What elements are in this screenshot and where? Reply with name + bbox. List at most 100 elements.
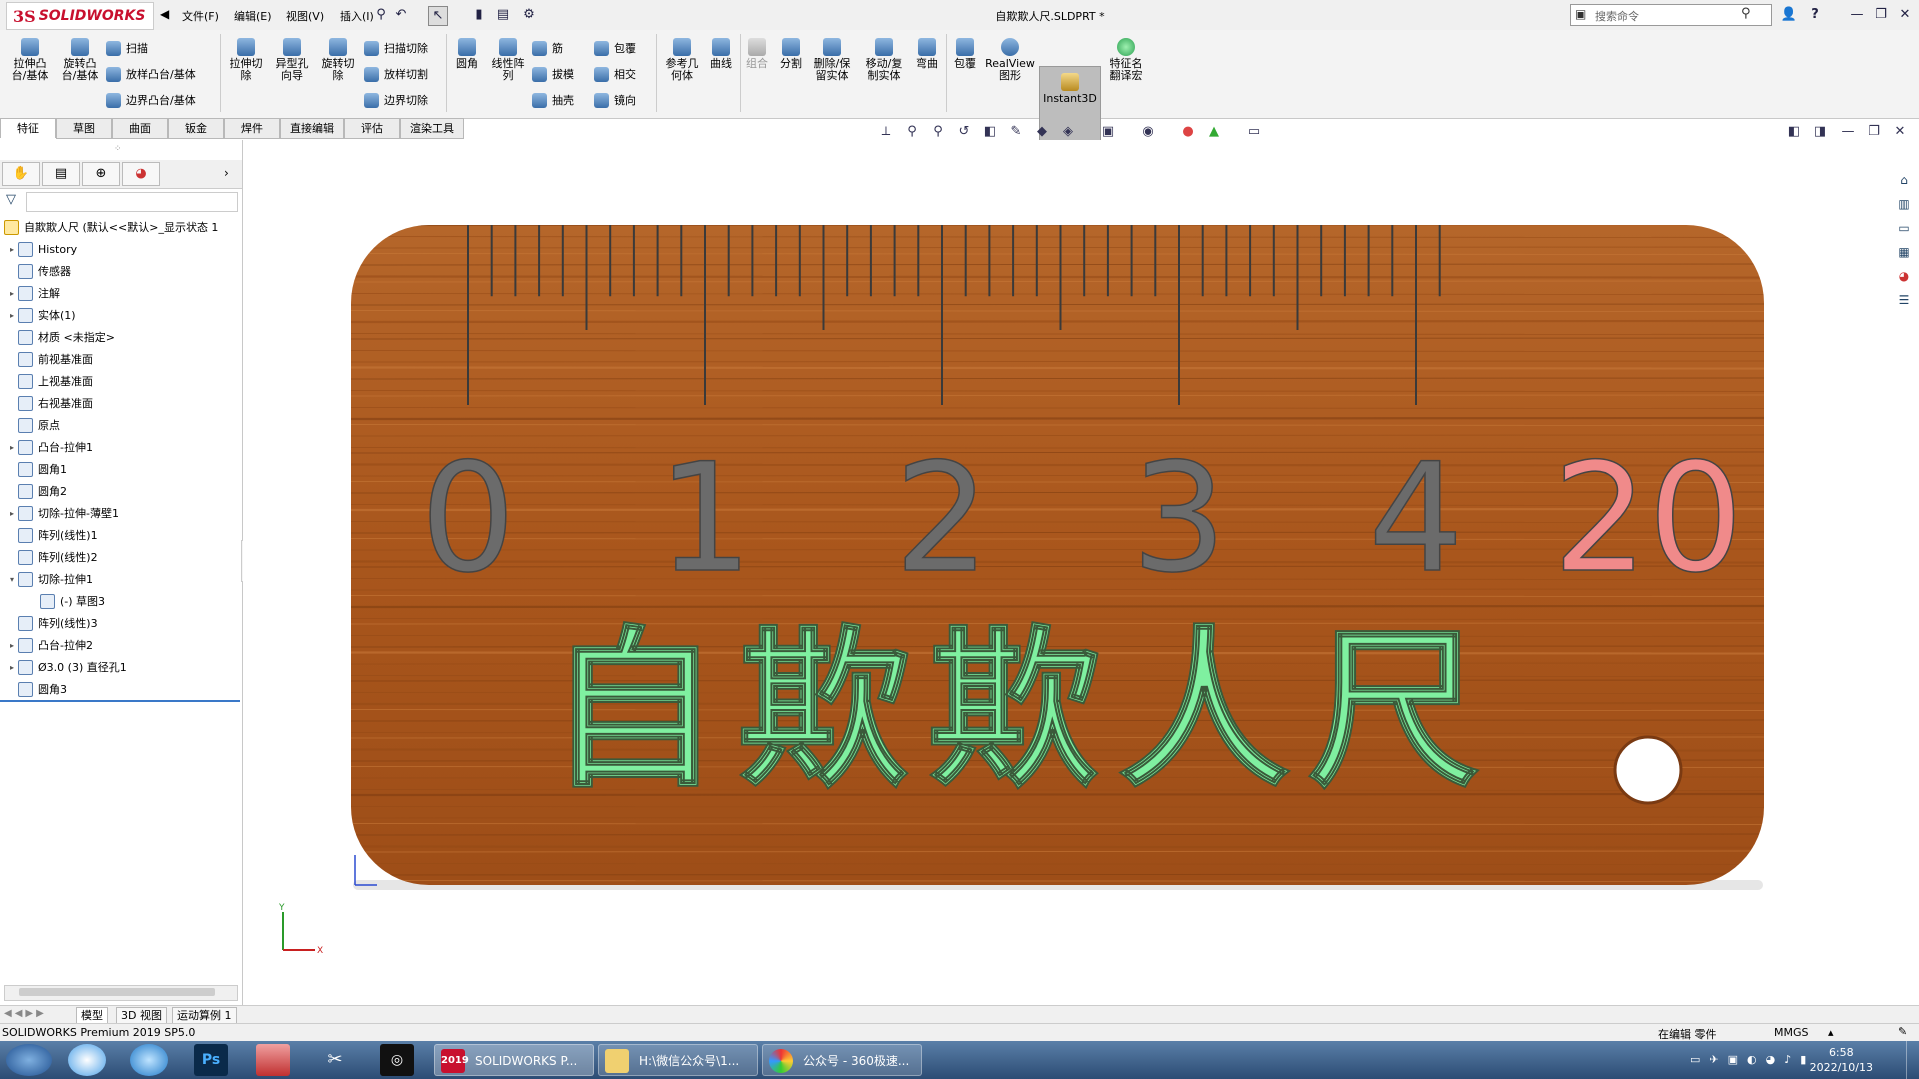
swept-cut-button[interactable]: 扫描切除 [364, 40, 428, 56]
task-solidworks[interactable]: 2019 SOLIDWORKS P... [434, 1044, 594, 1076]
appearance-icon[interactable]: ● [1180, 124, 1196, 140]
tree-root-part[interactable]: 自欺欺人尺 (默认<<默认>_显示状态 1 [4, 218, 218, 236]
ruler-number[interactable]: 4 [1368, 431, 1465, 607]
extrude-cut-button[interactable]: 拉伸切 除 [224, 38, 268, 82]
options-gear-icon[interactable]: ⚙ [520, 6, 538, 24]
status-units[interactable]: MMGS [1774, 1026, 1809, 1039]
tab-sheet-metal[interactable]: 钣金 [168, 118, 224, 139]
sweep-button[interactable]: 扫描 [106, 40, 148, 56]
property-manager-tab-icon[interactable]: ▤ [42, 162, 80, 186]
realview-button[interactable]: RealView 图形 [984, 38, 1036, 82]
status-comment-icon[interactable]: ✎ [1898, 1025, 1907, 1038]
extrude-boss-button[interactable]: 拉伸凸 台/基体 [8, 38, 52, 82]
task-360-browser[interactable]: 公众号 - 360极速... [762, 1044, 922, 1076]
select-arrow-icon[interactable]: ↖ [428, 6, 448, 26]
viewport-minimize-icon[interactable]: — [1840, 124, 1856, 140]
tree-item[interactable]: ▸ 凸台-拉伸1 [6, 438, 93, 456]
display-manager-tab-icon[interactable]: ◕ [122, 162, 160, 186]
feature-translate-macro-button[interactable]: 特征名 翻译宏 [1104, 38, 1148, 82]
file-explorer-icon[interactable]: ▭ [1895, 219, 1913, 237]
tab-sketch[interactable]: 草图 [56, 118, 112, 139]
revolve-boss-button[interactable]: 旋转凸 台/基体 [58, 38, 102, 82]
tab-weldments[interactable]: 焊件 [224, 118, 280, 139]
rib-button[interactable]: 筋 [532, 40, 563, 56]
start-button[interactable] [6, 1044, 52, 1076]
tray-icons[interactable]: ▭✈▣◐◕♪▮ [1690, 1053, 1815, 1066]
expand-arrow-icon[interactable]: ▸ [6, 245, 18, 254]
engraved-text[interactable]: 自欺欺人尺 [547, 609, 1498, 812]
taskbar-app2-icon[interactable] [256, 1044, 290, 1076]
tree-item[interactable]: 材质 <未指定> [6, 328, 115, 346]
tab-features[interactable]: 特征 [0, 118, 56, 138]
ruler-number[interactable]: 3 [1131, 431, 1228, 607]
tree-horizontal-scrollbar[interactable] [4, 985, 238, 1001]
ruler-number[interactable]: 1 [657, 431, 754, 607]
tab-render-tools[interactable]: 渲染工具 [400, 118, 464, 139]
move-copy-body-button[interactable]: 移动/复 制实体 [860, 38, 908, 82]
tree-item[interactable]: 阵列(线性)3 [6, 614, 98, 632]
boundary-cut-button[interactable]: 边界切除 [364, 92, 428, 108]
panel-expand-chevron-icon[interactable]: › [224, 166, 229, 180]
tree-item[interactable]: 阵列(线性)2 [6, 548, 98, 566]
tree-item[interactable]: ▸ History [6, 240, 77, 258]
expand-arrow-icon[interactable]: ▸ [6, 641, 18, 650]
view-cube-icon[interactable]: ▣ [1100, 124, 1116, 140]
menu-file[interactable]: 文件(F) [182, 8, 219, 24]
scene-icon[interactable]: ▲ [1206, 124, 1222, 140]
tab-direct-editing[interactable]: 直接编辑 [280, 118, 344, 139]
tree-item[interactable]: 上视基准面 [6, 372, 93, 390]
intersect-button[interactable]: 相交 [594, 66, 636, 82]
configuration-manager-tab-icon[interactable]: ⊕ [82, 162, 120, 186]
curves-button[interactable]: 曲线 [704, 38, 738, 70]
filter-input[interactable] [26, 192, 238, 212]
draft-button[interactable]: 拔模 [532, 66, 574, 82]
rollback-bar[interactable] [0, 700, 240, 702]
minimize-button[interactable]: — [1848, 6, 1866, 24]
close-button[interactable]: ✕ [1896, 6, 1914, 24]
home-icon[interactable]: ⌂ [1895, 171, 1913, 189]
show-desktop-button[interactable] [1906, 1041, 1919, 1079]
search-commands-box[interactable]: ▣ 搜索命令 ⚲ [1570, 4, 1772, 26]
tree-item[interactable]: 传感器 [6, 262, 71, 280]
view-orientation-icon[interactable]: ⟂ [878, 124, 894, 140]
section-view-icon[interactable]: ◧ [982, 124, 998, 140]
wrap-button[interactable]: 包覆 [948, 38, 982, 70]
expand-arrow-icon[interactable]: ▸ [6, 443, 18, 452]
taskbar-browser-icon[interactable] [130, 1044, 168, 1076]
revolve-cut-button[interactable]: 旋转切 除 [316, 38, 360, 82]
loft-boss-button[interactable]: 放样凸台/基体 [106, 66, 196, 82]
tab-evaluate[interactable]: 评估 [344, 118, 400, 139]
user-icon[interactable]: 👤 [1780, 6, 1798, 24]
taskbar-app-icon[interactable] [68, 1044, 106, 1076]
tree-item[interactable]: 右视基准面 [6, 394, 93, 412]
menu-expand-arrow-icon[interactable]: ◀ [160, 7, 169, 21]
zoom-to-fit-icon[interactable]: ⚲ [904, 124, 920, 140]
help-button[interactable]: ? [1806, 6, 1824, 24]
panel-grip-icon[interactable]: ⁘ [114, 144, 122, 154]
tree-item[interactable]: 阵列(线性)1 [6, 526, 98, 544]
viewport-close-icon[interactable]: ✕ [1892, 124, 1908, 140]
hanging-hole[interactable] [1613, 735, 1683, 805]
visibility-eye-icon[interactable]: ◉ [1140, 124, 1156, 140]
appearances-scenes-icon[interactable]: ◕ [1895, 267, 1913, 285]
reference-geometry-button[interactable]: 参考几 何体 [660, 38, 704, 82]
viewport-tile-left-icon[interactable]: ◧ [1786, 124, 1802, 140]
tree-item[interactable]: 圆角2 [6, 482, 67, 500]
display-style-icon[interactable]: ◆ [1034, 124, 1050, 140]
tab-surfaces[interactable]: 曲面 [112, 118, 168, 139]
wrap-small-button[interactable]: 包覆 [594, 40, 636, 56]
tree-item[interactable]: 原点 [6, 416, 60, 434]
fillet-button[interactable]: 圆角 [450, 38, 484, 70]
view-palette-icon[interactable]: ▦ [1895, 243, 1913, 261]
tree-item[interactable]: ▾ 切除-拉伸1 [6, 570, 93, 588]
restore-button[interactable]: ❐ [1872, 6, 1890, 24]
ruler-number[interactable]: 2 [894, 431, 991, 607]
file-properties-icon[interactable]: ▤ [494, 6, 512, 24]
taskbar-app3-icon[interactable]: ◎ [380, 1044, 414, 1076]
previous-view-icon[interactable]: ↺ [956, 124, 972, 140]
search-icon[interactable]: ⚲ [1741, 6, 1751, 21]
units-arrow-icon[interactable]: ▴ [1828, 1026, 1834, 1039]
taskbar-clock[interactable]: 6:58 2022/10/13 [1810, 1045, 1873, 1075]
design-library-icon[interactable]: ▥ [1895, 195, 1913, 213]
traffic-light-icon[interactable]: ▮ [470, 6, 488, 24]
